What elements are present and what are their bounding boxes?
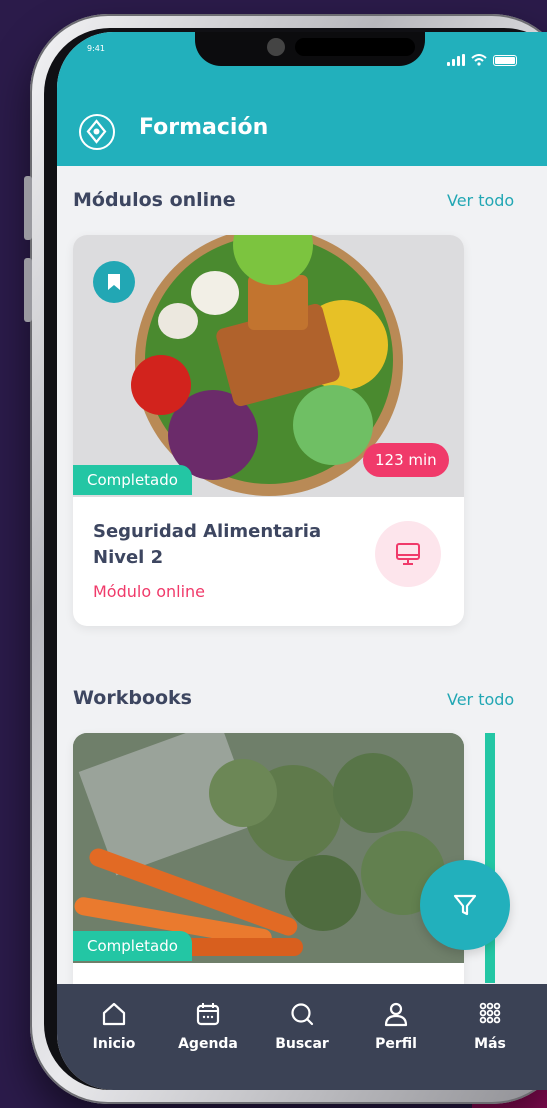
nav-label: Más <box>474 1036 506 1052</box>
nav-item-buscar[interactable]: Buscar <box>255 1000 349 1090</box>
grid-dots-icon <box>479 1002 501 1024</box>
wifi-icon <box>471 54 487 66</box>
section-title-workbooks: Workbooks <box>73 687 192 709</box>
nav-label: Inicio <box>92 1036 136 1052</box>
home-icon <box>102 1002 126 1026</box>
next-card-edge <box>485 733 495 983</box>
card-subtitle: Módulo online <box>93 582 206 601</box>
speaker <box>295 38 415 56</box>
phone-side-button <box>24 176 32 240</box>
duration-badge: 123 min <box>363 443 449 477</box>
nav-item-agenda[interactable]: Agenda <box>161 1000 255 1090</box>
phone-side-button <box>24 258 32 322</box>
card-title: Seguridad Alimentaria Nivel 2 <box>93 521 322 568</box>
filter-button[interactable] <box>420 860 510 950</box>
status-icons <box>447 54 517 66</box>
page-title: Formación <box>139 115 269 140</box>
phone-notch <box>195 32 425 66</box>
battery-icon <box>493 54 517 66</box>
signal-icon <box>447 54 465 66</box>
nav-item-perfil[interactable]: Perfil <box>349 1000 443 1090</box>
formacion-logo-icon <box>79 114 115 150</box>
user-icon <box>384 1002 408 1027</box>
nav-label: Buscar <box>275 1036 329 1052</box>
online-module-card[interactable]: 123 min Completado Seguridad Alimentaria… <box>73 235 464 626</box>
nav-item-inicio[interactable]: Inicio <box>67 1000 161 1090</box>
bookmark-icon <box>108 274 120 290</box>
nav-label: Agenda <box>178 1036 238 1052</box>
app-screen: 9:41 Formación Módulos online Ver todo 1… <box>57 32 547 1090</box>
section-title-online: Módulos online <box>73 189 236 211</box>
status-badge: Completado <box>73 465 192 495</box>
nav-item-mas[interactable]: Más <box>443 1000 537 1090</box>
bookmark-button[interactable] <box>93 261 135 303</box>
artichokes-carrots-image <box>73 733 464 963</box>
status-time: 9:41 <box>87 44 105 53</box>
calendar-icon <box>196 1003 220 1026</box>
online-type-badge <box>375 521 441 587</box>
filter-icon <box>453 894 477 916</box>
search-icon <box>291 1003 314 1026</box>
camera <box>267 38 285 56</box>
see-all-online-link[interactable]: Ver todo <box>447 191 514 210</box>
nav-label: Perfil <box>375 1036 417 1052</box>
bottom-navigation: Inicio Agenda Buscar Perfil Más <box>57 984 547 1090</box>
see-all-workbooks-link[interactable]: Ver todo <box>447 690 514 709</box>
monitor-icon <box>396 543 420 565</box>
status-badge: Completado <box>73 931 192 961</box>
